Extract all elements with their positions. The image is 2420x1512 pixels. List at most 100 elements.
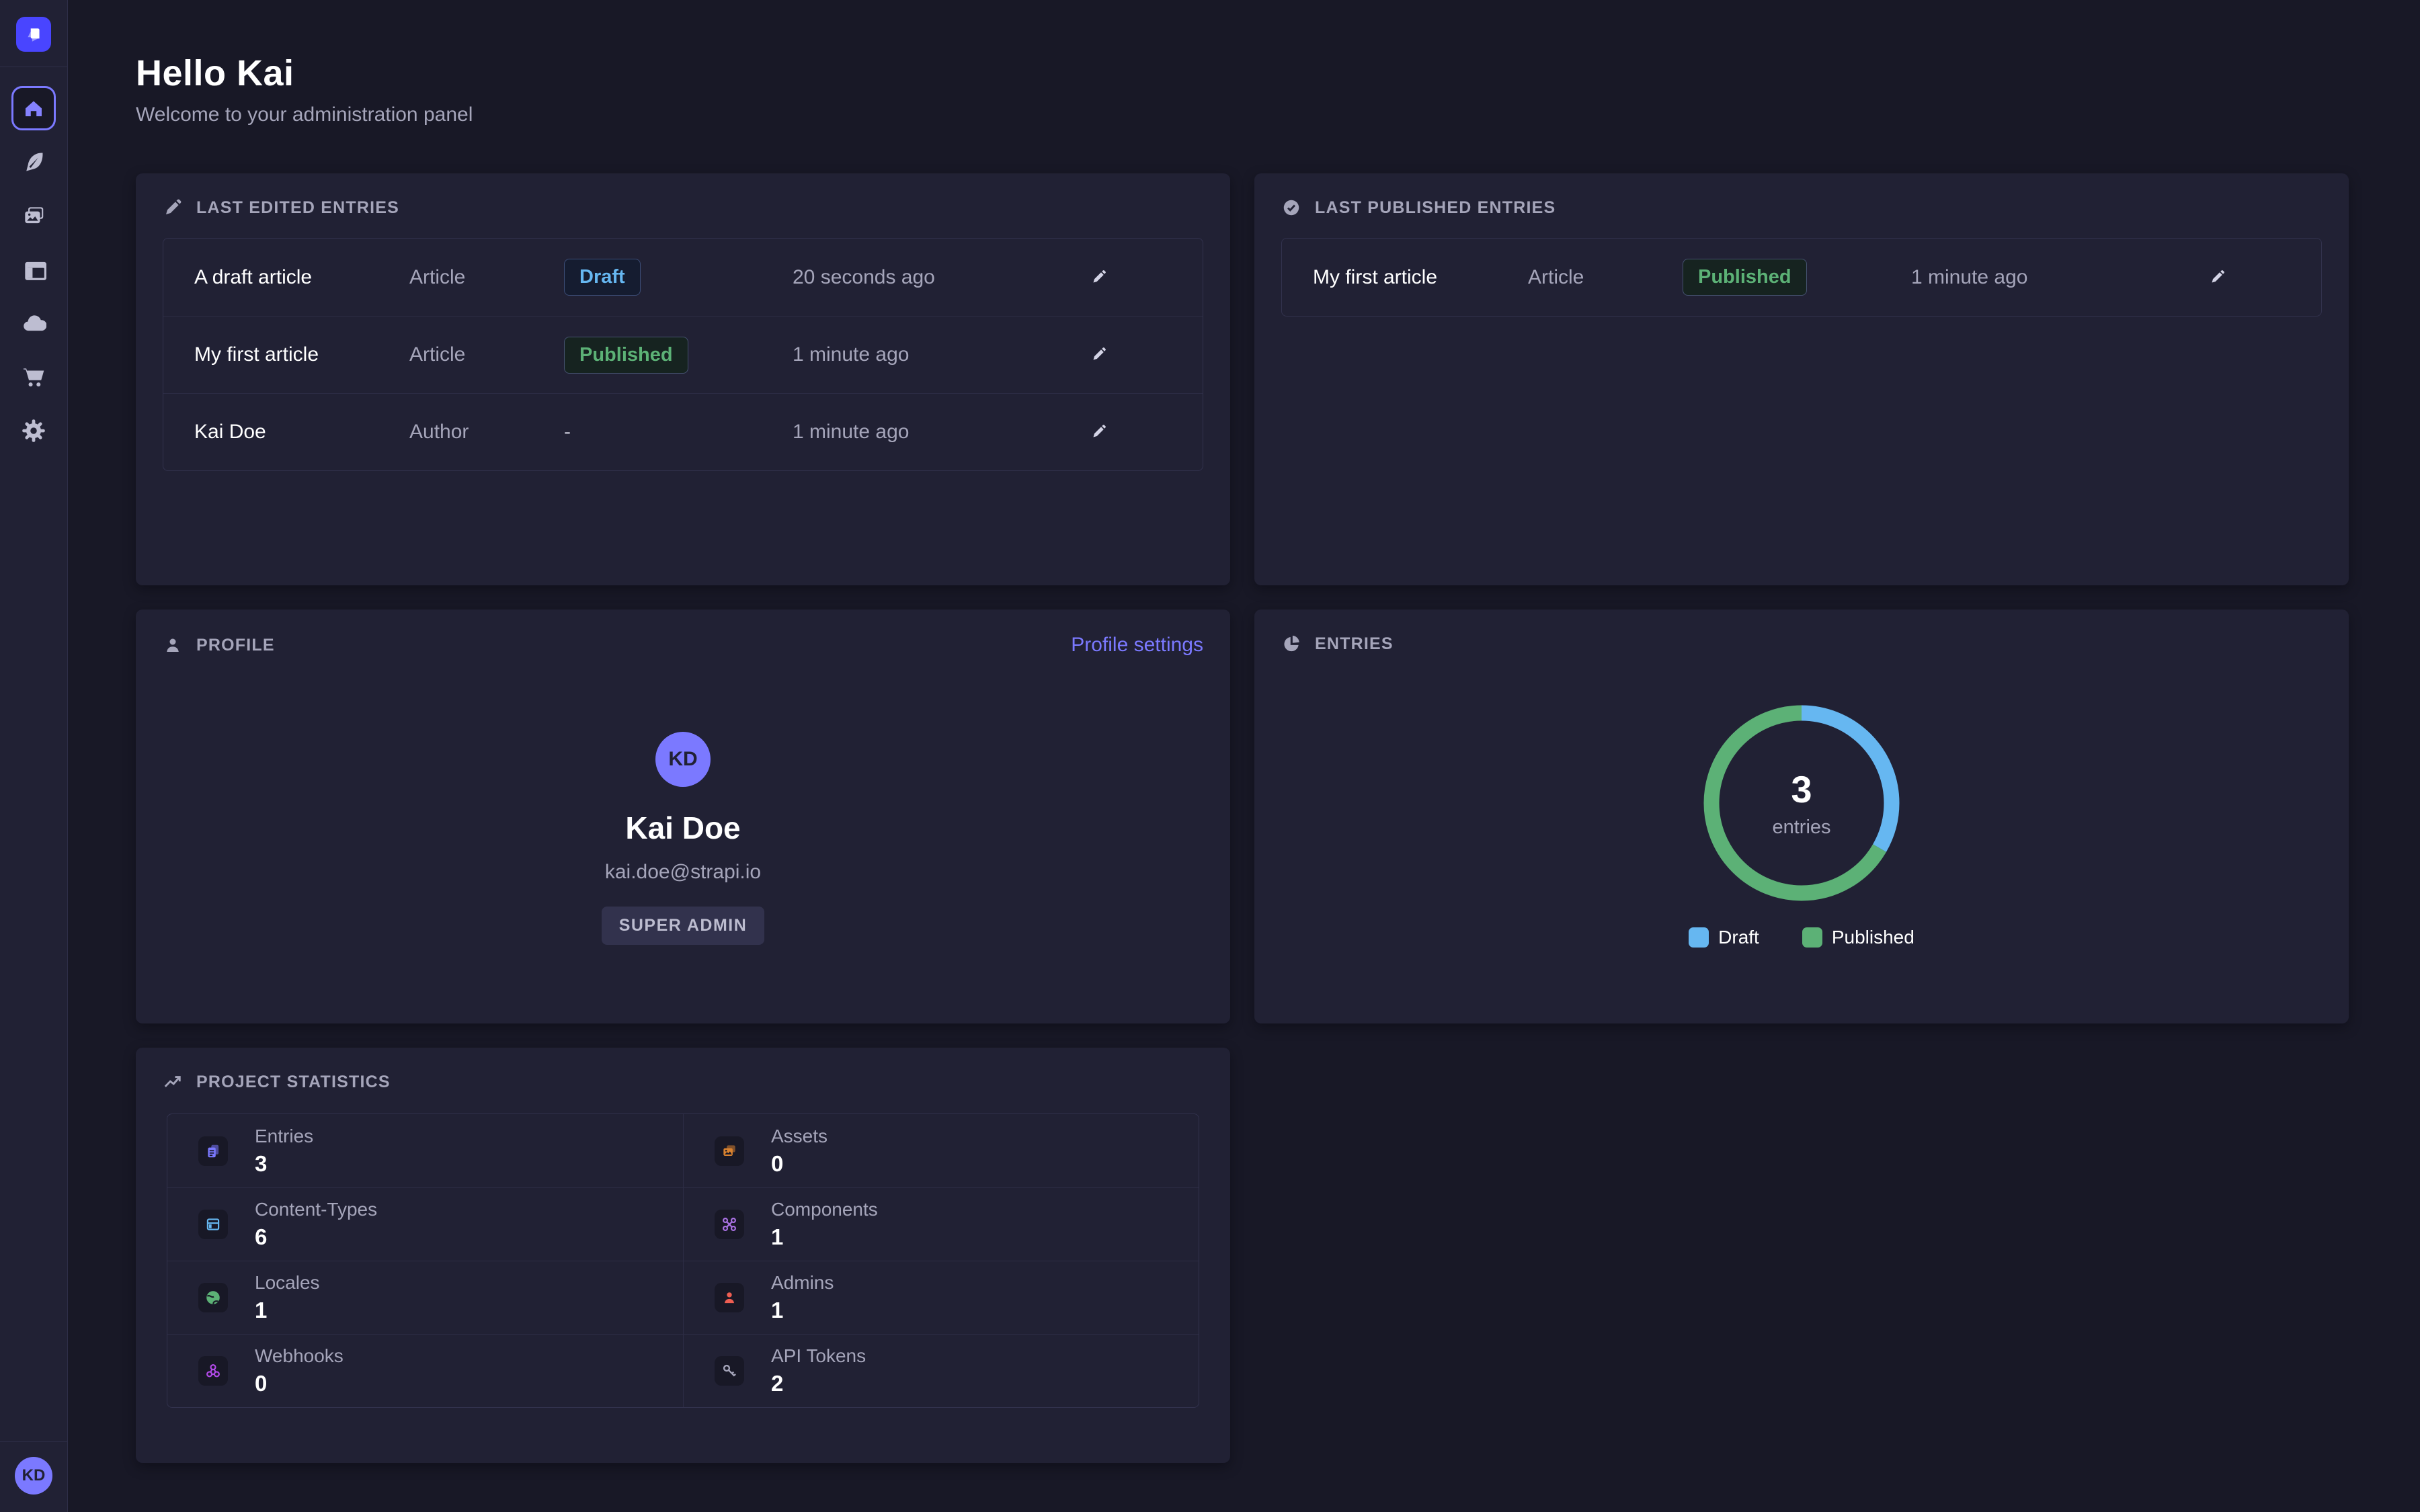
strapi-logo-icon — [24, 24, 44, 44]
stat-label: API Tokens — [771, 1345, 866, 1367]
edit-entry-button[interactable] — [1082, 338, 1115, 372]
table-row: Kai Doe Author - 1 minute ago — [163, 393, 1203, 470]
feather-icon — [21, 149, 46, 175]
entries-donut-chart: 3 entries — [1701, 702, 1902, 904]
key-icon — [715, 1356, 744, 1386]
sidebar-item-cloud[interactable] — [21, 310, 46, 336]
stat-locales: Locales 1 — [167, 1261, 683, 1334]
stat-label: Entries — [255, 1126, 313, 1147]
stat-entries: Entries 3 — [167, 1114, 683, 1187]
entry-name: My first article — [194, 343, 409, 366]
entry-name: A draft article — [194, 266, 409, 289]
profile-panel: PROFILE Profile settings KD Kai Doe kai.… — [136, 610, 1230, 1023]
entry-time: 1 minute ago — [1911, 266, 2200, 289]
status-badge: Published — [1683, 259, 1807, 296]
stat-admins: Admins 1 — [683, 1261, 1199, 1334]
entries-count: 3 — [1791, 767, 1812, 811]
pictures-icon — [21, 203, 46, 228]
status-empty: - — [564, 421, 571, 443]
docs-icon — [198, 1136, 228, 1166]
last-published-entries-panel: LAST PUBLISHED ENTRIES My first article … — [1254, 173, 2349, 585]
cluster-icon — [715, 1210, 744, 1239]
pencil-icon — [2207, 267, 2227, 288]
sidebar-item-settings[interactable] — [21, 418, 46, 444]
stats-grid: Entries 3 — [167, 1114, 1199, 1408]
avatar: KD — [655, 732, 711, 787]
strapi-logo[interactable] — [16, 17, 51, 52]
table-row: A draft article Article Draft 20 seconds… — [163, 239, 1203, 316]
pencil-icon — [1088, 267, 1108, 288]
stat-value: 3 — [255, 1151, 313, 1177]
stat-value: 1 — [771, 1298, 834, 1323]
sidebar-divider-bottom — [0, 1441, 67, 1442]
entry-kind: Article — [409, 266, 564, 289]
stat-value: 0 — [771, 1151, 828, 1177]
sidebar-bottom: KD — [0, 1441, 67, 1512]
edit-entry-button[interactable] — [1082, 261, 1115, 294]
profile-settings-link[interactable]: Profile settings — [1071, 634, 1203, 657]
home-icon — [22, 96, 46, 120]
profile-title: PROFILE — [196, 636, 275, 655]
role-badge: SUPER ADMIN — [602, 907, 765, 945]
table-row: My first article Article Published 1 min… — [1282, 239, 2321, 316]
entry-kind: Article — [1528, 266, 1683, 289]
chart-legend: Draft Published — [1689, 927, 1914, 948]
last-edited-entries-title: LAST EDITED ENTRIES — [196, 198, 399, 218]
pencil-icon — [1088, 422, 1108, 442]
stat-webhooks: Webhooks 0 — [167, 1334, 683, 1407]
stat-value: 1 — [255, 1298, 320, 1323]
published-swatch — [1802, 927, 1822, 948]
status-badge: Draft — [564, 259, 641, 296]
stat-value: 6 — [255, 1224, 377, 1250]
user-avatar[interactable]: KD — [15, 1457, 52, 1495]
sidebar-item-marketplace[interactable] — [21, 364, 46, 390]
last-published-entries-title: LAST PUBLISHED ENTRIES — [1315, 198, 1556, 218]
stat-label: Admins — [771, 1272, 834, 1294]
edit-entry-button[interactable] — [1082, 415, 1115, 449]
sidebar-item-content-manager[interactable] — [21, 149, 46, 175]
sidebar-item-home[interactable] — [11, 86, 56, 130]
entry-time: 20 seconds ago — [793, 266, 1082, 289]
stat-content-types: Content-Types 6 — [167, 1187, 683, 1261]
entries-body: 3 entries Draft Published — [1254, 670, 2349, 948]
stat-label: Assets — [771, 1126, 828, 1147]
entries-count-label: entries — [1772, 816, 1830, 839]
edit-entry-button[interactable] — [2200, 261, 2234, 294]
sidebar-item-content-type-builder[interactable] — [21, 257, 46, 282]
right-column: LAST PUBLISHED ENTRIES My first article … — [1254, 173, 2349, 1463]
cart-icon — [21, 364, 46, 390]
person-icon — [163, 635, 183, 655]
entries-panel: ENTRIES 3 entries — [1254, 610, 2349, 1023]
page-title: Hello Kai — [136, 52, 2349, 94]
sidebar: KD — [0, 0, 68, 1512]
sidebar-item-media-library[interactable] — [21, 203, 46, 228]
profile-header: PROFILE Profile settings — [136, 610, 1230, 673]
webhook-icon — [198, 1356, 228, 1386]
table-row: My first article Article Published 1 min… — [163, 316, 1203, 393]
last-edited-table: A draft article Article Draft 20 seconds… — [163, 238, 1203, 471]
left-column: LAST EDITED ENTRIES A draft article Arti… — [136, 173, 1230, 1463]
draft-swatch — [1689, 927, 1709, 948]
pie-chart-icon — [1281, 634, 1301, 654]
stat-label: Components — [771, 1199, 878, 1220]
donut-center: 3 entries — [1701, 702, 1902, 904]
layout-icon — [21, 257, 46, 282]
trend-up-icon — [163, 1072, 183, 1092]
legend-item-published: Published — [1802, 927, 1914, 948]
profile-email: kai.doe@strapi.io — [605, 861, 761, 884]
gear-icon — [21, 418, 46, 444]
stat-assets: Assets 0 — [683, 1114, 1199, 1187]
entry-time: 1 minute ago — [793, 343, 1082, 366]
images-icon — [715, 1136, 744, 1166]
stat-components: Components 1 — [683, 1187, 1199, 1261]
globe-icon — [198, 1283, 228, 1312]
check-circle-icon — [1281, 198, 1301, 218]
pencil-icon — [163, 198, 183, 218]
dashboard-grid: LAST EDITED ENTRIES A draft article Arti… — [136, 173, 2349, 1463]
legend-label: Draft — [1718, 927, 1759, 948]
profile-body: KD Kai Doe kai.doe@strapi.io SUPER ADMIN — [136, 673, 1230, 945]
entries-title: ENTRIES — [1315, 634, 1394, 654]
project-statistics-header: PROJECT STATISTICS — [136, 1048, 1230, 1108]
entry-name: Kai Doe — [194, 421, 409, 444]
entry-kind: Author — [409, 421, 564, 444]
